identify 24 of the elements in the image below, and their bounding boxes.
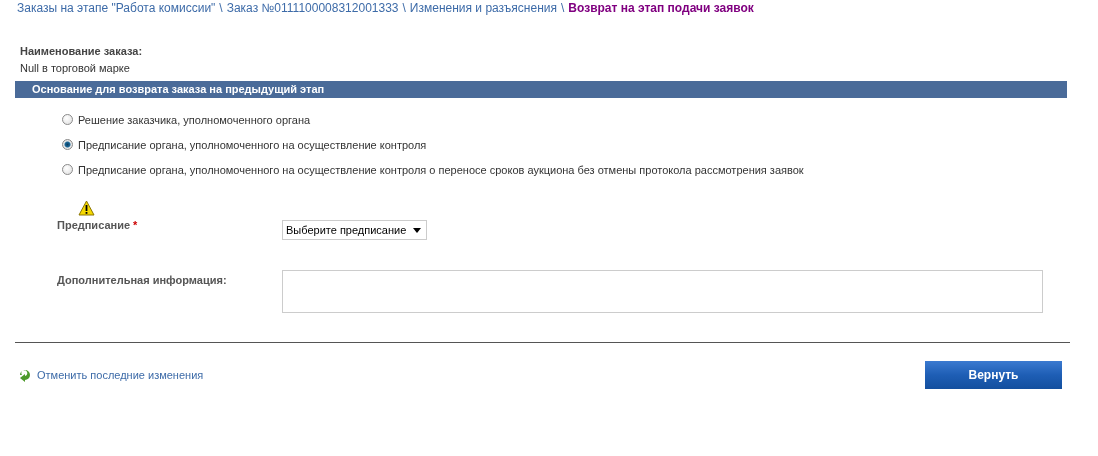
- undo-arrow-icon: [17, 368, 33, 382]
- caret-icon: [413, 227, 421, 233]
- breadcrumb-current: Возврат на этап подачи заявок: [568, 1, 754, 15]
- info-field[interactable]: [282, 270, 1043, 313]
- breadcrumb-link[interactable]: Заказ №0111100008312001333: [226, 1, 399, 15]
- prescription-dropdown[interactable]: Выберите предписание: [282, 220, 427, 240]
- radio-button[interactable]: [62, 139, 73, 150]
- radio-button[interactable]: [62, 114, 73, 125]
- section-header: Основание для возврата заказа на предыдущий этап: [15, 81, 1067, 98]
- field-value: Null в торговой марке: [20, 62, 131, 74]
- breadcrumb-link[interactable]: Заказы на этапе "Работа комиссии": [17, 1, 216, 15]
- field-label: Предписание *: [57, 219, 138, 231]
- field-label: Дополнительная информация:: [57, 273, 228, 288]
- field-label: Наименование заказа:: [20, 45, 144, 57]
- breadcrumb-separator: \: [219, 1, 223, 15]
- radio-label: Предписание органа, уполномоченного на осуществление контроля: [78, 138, 427, 151]
- radio-label: Решение заказчика, уполномоченного органа: [78, 113, 311, 126]
- radio-label: Предписание органа, уполномоченного на осуществление контроля о переносе сроков аукциона без отмены протокола рассмотрения заявок: [78, 163, 804, 176]
- radio-button[interactable]: [62, 164, 73, 175]
- breadcrumb-link[interactable]: Изменения и разъяснения: [409, 1, 557, 15]
- return-button[interactable]: Вернуть: [925, 361, 1062, 389]
- breadcrumb-separator: \: [402, 1, 406, 15]
- undo-link[interactable]: Отменить последние изменения: [17, 368, 204, 382]
- breadcrumb-separator: \: [561, 1, 565, 15]
